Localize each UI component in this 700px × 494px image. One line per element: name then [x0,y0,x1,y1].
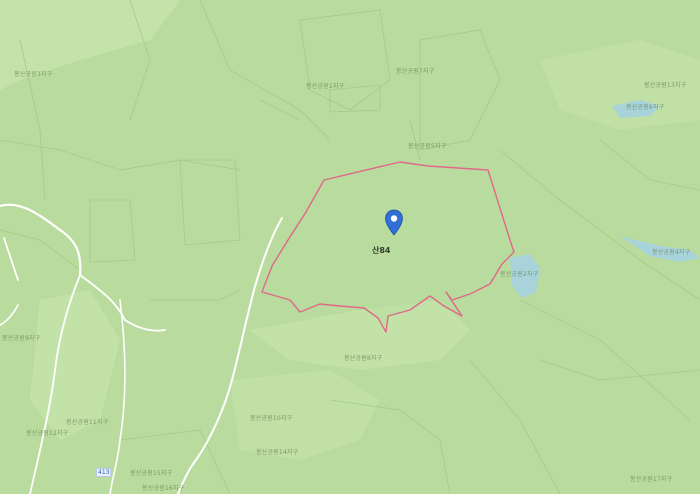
area-label: 봉산공원2지구 [500,271,539,278]
area-label: 봉산공원7지구 [396,68,435,75]
area-label: 봉산공원8지구 [344,355,383,362]
area-label: 봉산공원1지구 [306,83,345,90]
parcel-label: 산84 [372,246,391,255]
area-label: 봉산공원14지구 [256,449,299,456]
area-label: 봉산공원13지구 [644,82,687,89]
road-number-badge: 413 [96,468,112,477]
area-label: 봉산공원10지구 [250,415,293,422]
area-label: 봉산공원3지구 [14,71,53,78]
area-label: 봉산공원12지구 [26,430,69,437]
area-label: 봉산공원9지구 [2,335,41,342]
location-pin-icon[interactable] [384,209,404,236]
area-label: 봉산공원16지구 [142,485,185,492]
area-label: 봉산공원15지구 [130,470,173,477]
area-label: 봉산공원11지구 [66,419,109,426]
area-label: 봉산공원5지구 [408,143,447,150]
map-canvas[interactable]: 봉산공원3지구 봉산공원7지구 봉산공원1지구 봉산공원13지구 봉산공원6지구… [0,0,700,494]
area-label: 봉산공원17지구 [630,476,673,483]
area-label: 봉산공원6지구 [626,104,665,111]
area-label: 봉산공원4지구 [652,249,691,256]
